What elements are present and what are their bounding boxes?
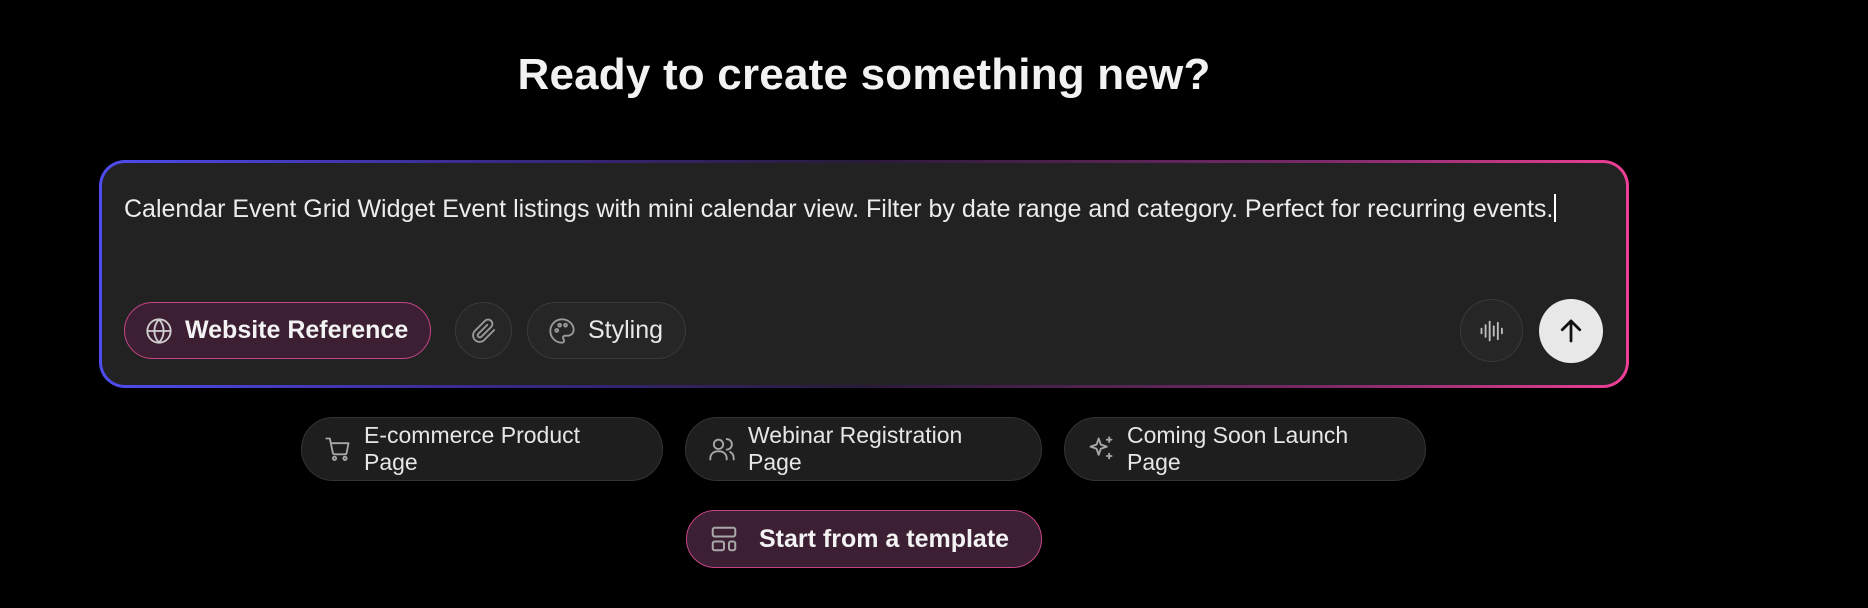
palette-icon <box>548 317 576 345</box>
website-reference-button[interactable]: Website Reference <box>124 302 432 359</box>
suggestion-ecommerce-product-page[interactable]: E-commerce Product Page <box>301 417 663 481</box>
start-from-template-button[interactable]: Start from a template <box>686 510 1042 568</box>
layout-template-icon <box>709 524 739 554</box>
arrow-up-icon <box>1556 316 1586 346</box>
audio-waveform-icon <box>1478 317 1506 345</box>
suggestion-label: E-commerce Product Page <box>364 422 581 475</box>
suggestion-label: Coming Soon Launch Page <box>1127 422 1349 475</box>
prompt-input-value: Calendar Event Grid Widget Event listing… <box>124 195 1554 223</box>
suggestion-label: Webinar Registration Page <box>748 422 963 475</box>
send-button[interactable] <box>1539 299 1603 363</box>
paperclip-icon <box>471 318 497 344</box>
suggestion-coming-soon-launch-page[interactable]: Coming Soon Launch Page <box>1064 417 1426 481</box>
styling-button[interactable]: Styling <box>527 302 687 359</box>
voice-input-button[interactable] <box>1460 299 1523 362</box>
globe-icon <box>145 317 173 345</box>
page: Ready to create something new? Calendar … <box>0 0 1868 608</box>
text-caret <box>1554 194 1557 222</box>
styling-label: Styling <box>588 316 664 344</box>
template-label: Start from a template <box>759 524 1010 553</box>
page-title: Ready to create something new? <box>517 50 1211 99</box>
shopping-cart-icon <box>324 435 352 463</box>
prompt-composer-body[interactable]: Calendar Event Grid Widget Event listing… <box>102 163 1626 385</box>
attach-file-button[interactable] <box>455 302 512 359</box>
prompt-input[interactable]: Calendar Event Grid Widget Event listing… <box>124 191 1594 228</box>
suggestion-webinar-registration-page[interactable]: Webinar Registration Page <box>685 417 1042 481</box>
prompt-composer: Calendar Event Grid Widget Event listing… <box>99 160 1629 388</box>
users-icon <box>708 435 736 463</box>
sparkles-icon <box>1087 435 1115 463</box>
website-reference-label: Website Reference <box>185 316 409 344</box>
